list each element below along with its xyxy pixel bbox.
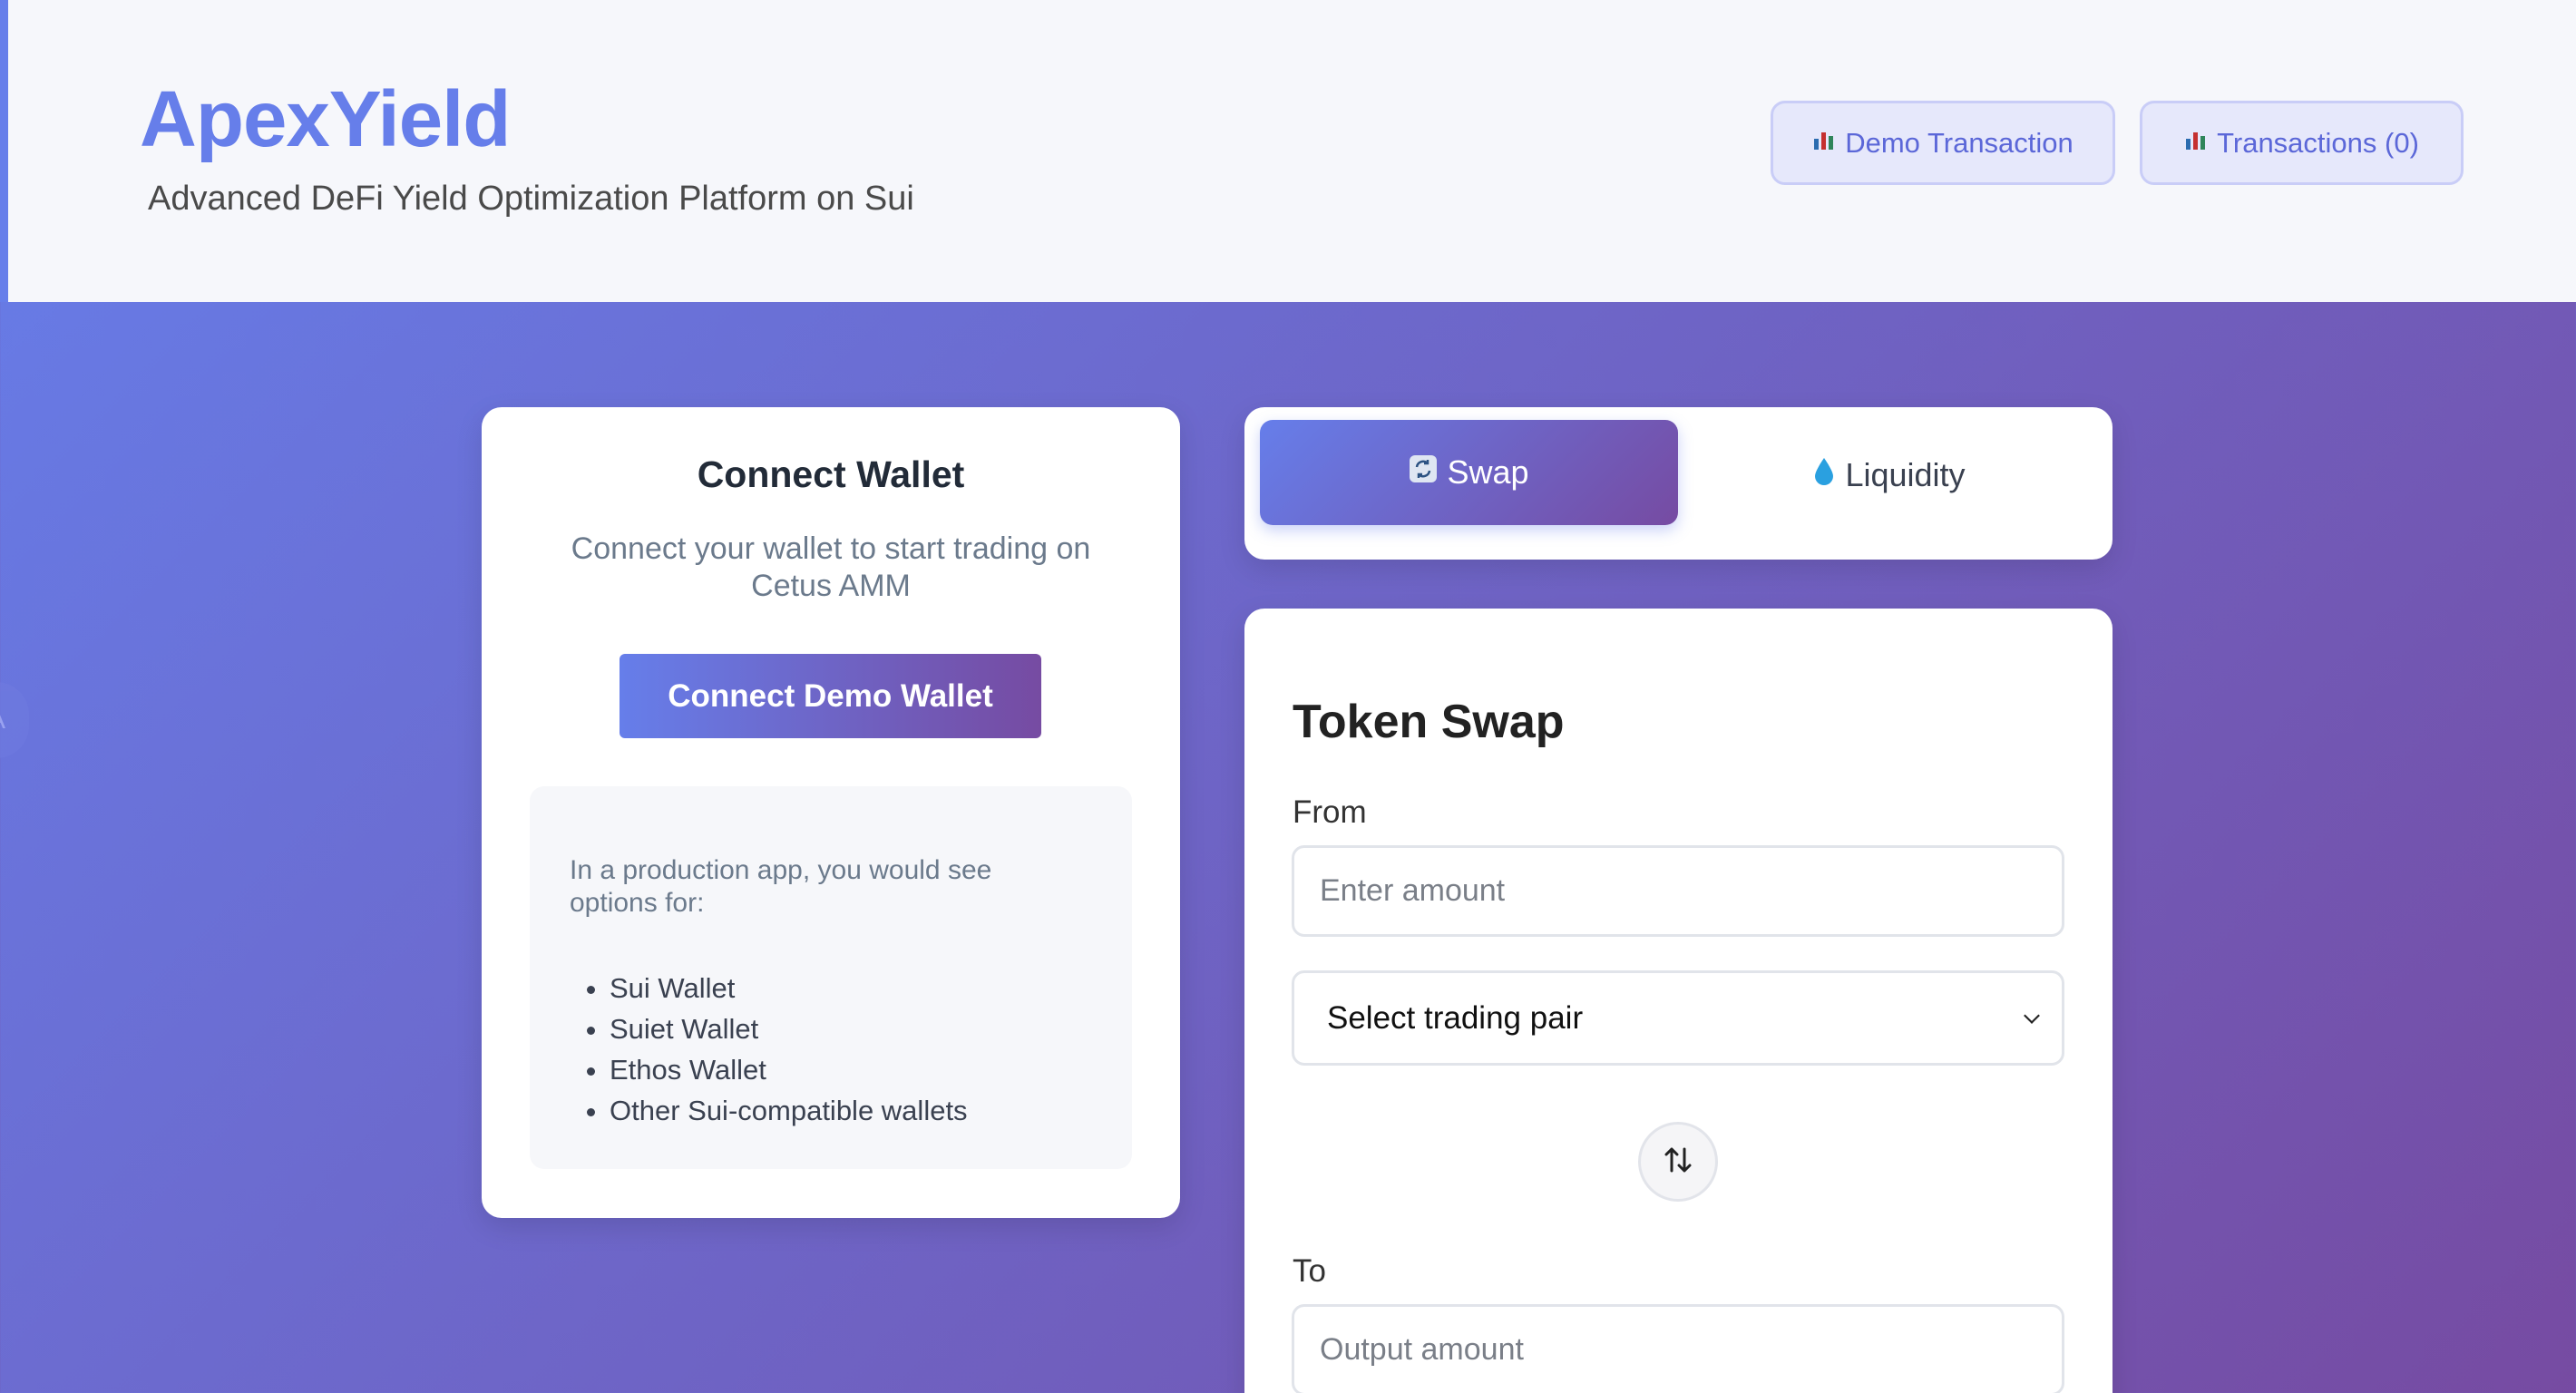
tab-swap[interactable]: Swap — [1260, 420, 1678, 525]
from-amount-input[interactable] — [1292, 845, 2064, 937]
connect-wallet-title: Connect Wallet — [697, 453, 965, 495]
transactions-label: Transactions (0) — [2217, 126, 2419, 159]
wallet-info-text: In a production app, you would see optio… — [570, 855, 992, 918]
top-header: ApexYield Advanced DeFi Yield Optimizati… — [0, 0, 2576, 302]
to-amount-input[interactable] — [1292, 1304, 2064, 1393]
chevron-down-icon — [2024, 1008, 2040, 1024]
swap-direction-button[interactable] — [1638, 1122, 1718, 1202]
droplet-icon — [1812, 456, 1836, 495]
list-item: Sui Wallet — [610, 968, 968, 1008]
to-label: To — [1293, 1253, 1326, 1289]
tab-swap-label: Swap — [1447, 453, 1529, 491]
tab-liquidity-label: Liquidity — [1845, 456, 1966, 493]
brand-subtitle: Advanced DeFi Yield Optimization Platfor… — [148, 180, 914, 218]
refresh-icon — [1409, 453, 1438, 492]
tab-liquidity[interactable]: Liquidity — [1678, 420, 2100, 531]
trading-pair-select[interactable]: Select trading pair — [1292, 970, 2064, 1066]
bar-chart-icon — [1812, 128, 1836, 158]
from-label: From — [1293, 794, 1367, 830]
wallet-options-list: Sui Wallet Suiet Wallet Ethos Wallet Oth… — [610, 968, 968, 1131]
edge-floating-tab[interactable]: A — [0, 682, 29, 758]
brand-title: ApexYield — [140, 75, 511, 163]
list-item: Other Sui-compatible wallets — [610, 1090, 968, 1131]
demo-transaction-button[interactable]: Demo Transaction — [1771, 101, 2115, 185]
trading-pair-selected: Select trading pair — [1327, 999, 1584, 1036]
transactions-button[interactable]: Transactions (0) — [2140, 101, 2464, 185]
list-item: Ethos Wallet — [610, 1049, 968, 1090]
connect-wallet-description: Connect your wallet to start trading on … — [571, 531, 1091, 603]
demo-transaction-label: Demo Transaction — [1845, 126, 2073, 159]
bar-chart-icon — [2184, 128, 2208, 158]
connect-demo-wallet-button[interactable]: Connect Demo Wallet — [620, 654, 1041, 738]
edge-tab-label: A — [0, 705, 5, 735]
swap-arrows-icon — [1660, 1142, 1696, 1183]
token-swap-title: Token Swap — [1293, 696, 1565, 748]
list-item: Suiet Wallet — [610, 1008, 968, 1049]
